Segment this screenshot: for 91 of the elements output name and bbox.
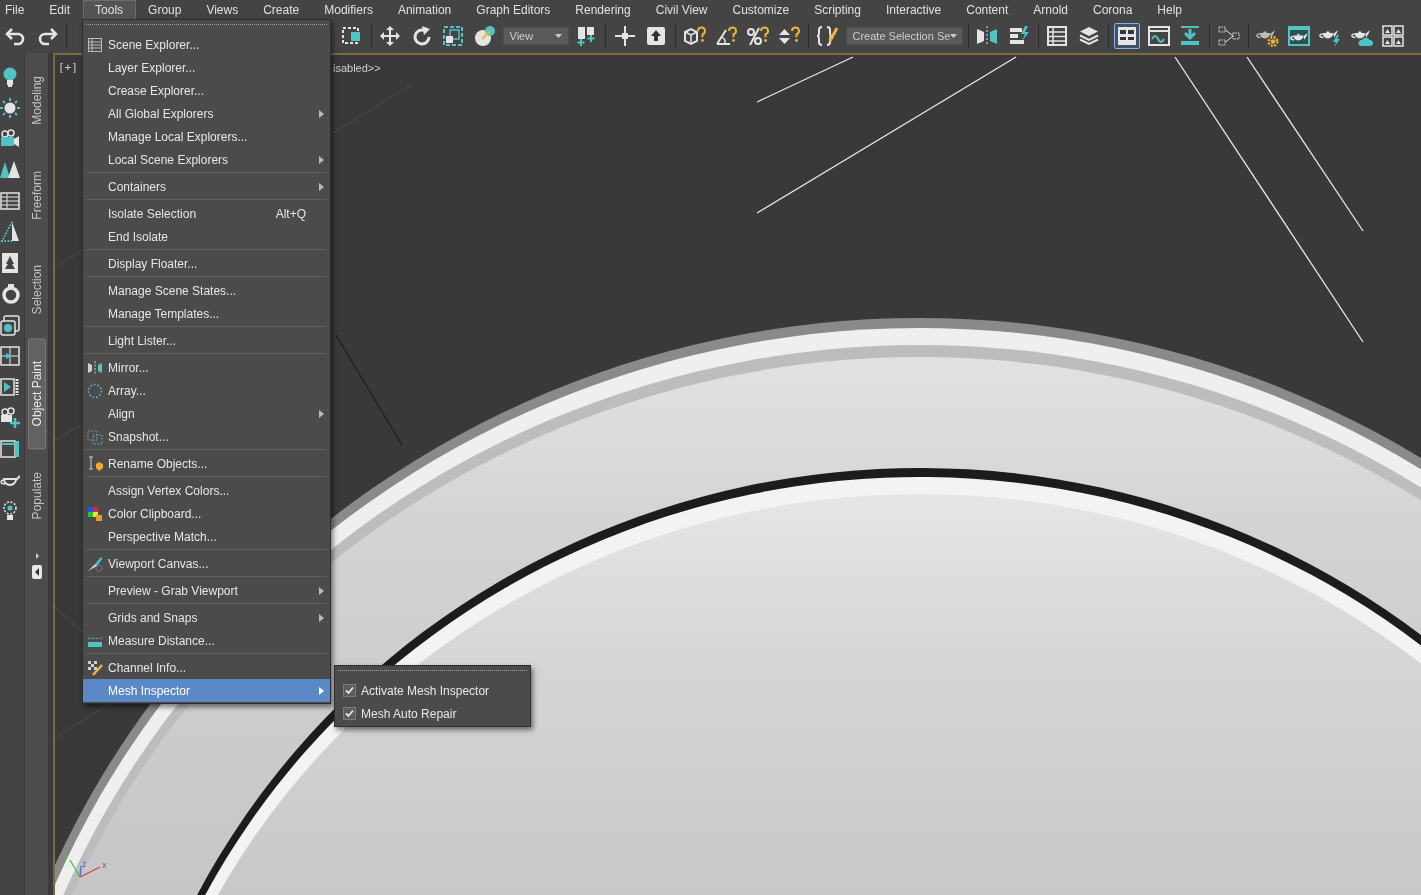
menu-item[interactable]: Light Lister... bbox=[83, 329, 330, 352]
axis-label: x bbox=[102, 861, 107, 870]
menu-item[interactable]: Mirror... bbox=[83, 356, 330, 379]
shortcut-label: Alt+Q bbox=[275, 206, 306, 221]
bulb-gear-icon[interactable] bbox=[0, 499, 20, 523]
menu-item[interactable]: Manage Templates... bbox=[83, 302, 330, 325]
menu-item[interactable]: All Global Explorers bbox=[83, 102, 330, 125]
sun-icon[interactable] bbox=[0, 96, 20, 120]
teapot-window-icon[interactable] bbox=[1285, 23, 1312, 49]
menu-item[interactable]: Grids and Snaps bbox=[83, 606, 330, 629]
table-icon bbox=[87, 36, 103, 53]
menu-item[interactable]: Layer Explorer... bbox=[83, 56, 330, 79]
menu-bar-item[interactable]: Animation bbox=[385, 0, 464, 19]
menu-bar-item[interactable]: Create bbox=[250, 0, 312, 19]
ring-icon[interactable] bbox=[0, 282, 20, 306]
stacked-frames-icon[interactable] bbox=[0, 313, 20, 337]
dotted-ring-icon bbox=[87, 382, 103, 399]
caret-icon bbox=[950, 34, 958, 38]
cursor-cube-icon bbox=[87, 455, 103, 472]
menu-bar-item[interactable]: Tools bbox=[82, 0, 136, 19]
caret-icon bbox=[554, 34, 562, 38]
menu-item[interactable]: Channel Info... bbox=[83, 656, 330, 679]
viewport-menu-label[interactable]: [+] bbox=[58, 61, 78, 74]
menu-bar-item[interactable]: Help bbox=[1144, 0, 1195, 19]
menu-bar-item[interactable]: Arnold bbox=[1020, 0, 1081, 19]
grid-list-icon[interactable] bbox=[0, 189, 20, 213]
menu-bar-item[interactable]: Civil View bbox=[643, 0, 720, 19]
menu-item[interactable]: Color Clipboard... bbox=[83, 502, 330, 525]
thumbnail-grid-icon[interactable] bbox=[1380, 23, 1407, 49]
menu-item[interactable]: Crease Explorer... bbox=[83, 79, 330, 102]
collapse-toggle-icon[interactable] bbox=[30, 552, 43, 579]
menu-item[interactable]: Assign Vertex Colors... bbox=[83, 479, 330, 502]
menu-bar-item[interactable]: Views bbox=[193, 0, 251, 19]
axis-tripod-icon bbox=[69, 859, 101, 878]
menu-item[interactable]: Preview - Grab Viewport bbox=[83, 579, 330, 602]
menu-item[interactable]: Rename Objects... bbox=[83, 452, 330, 475]
menu-item[interactable]: End Isolate bbox=[83, 225, 330, 248]
viewport-label[interactable]: isabled>> bbox=[333, 62, 381, 74]
grid-arrow-icon[interactable] bbox=[0, 344, 20, 368]
menu-item[interactable]: Perspective Match... bbox=[83, 525, 330, 548]
ribbon-tab[interactable]: Selection bbox=[27, 242, 46, 338]
curve-window-icon[interactable] bbox=[1145, 23, 1172, 49]
menu-item[interactable]: Snapshot... bbox=[83, 425, 330, 448]
ribbon-tab[interactable]: Modeling bbox=[27, 53, 46, 148]
play-film-icon[interactable] bbox=[0, 375, 20, 399]
menu-bar-item[interactable]: Customize bbox=[720, 0, 802, 19]
axis-label: z bbox=[82, 860, 87, 869]
panel-layout-icon[interactable] bbox=[1114, 23, 1141, 49]
dropdown[interactable]: Create Selection Se bbox=[845, 27, 963, 45]
panel-icon[interactable] bbox=[0, 437, 20, 461]
menu-item[interactable]: Viewport Canvas... bbox=[83, 552, 330, 575]
menu-bar-item[interactable]: Content bbox=[953, 0, 1021, 19]
dotted-squares-icon bbox=[87, 428, 103, 445]
braces-pencil-icon[interactable] bbox=[814, 23, 841, 49]
axis-label: y bbox=[64, 851, 69, 860]
menu-item[interactable]: Mesh Inspector bbox=[83, 679, 330, 702]
checker-pencil-icon bbox=[87, 659, 103, 676]
mirror-icon bbox=[87, 359, 103, 376]
menu-item[interactable]: Display Floater... bbox=[83, 252, 330, 275]
menu-bar-item[interactable]: Group bbox=[135, 0, 194, 19]
ribbon-tab[interactable]: Object Paint bbox=[27, 337, 46, 450]
menu-item[interactable]: Manage Local Explorers... bbox=[83, 125, 330, 148]
menu-bar-item[interactable]: Interactive bbox=[873, 0, 954, 19]
menu-bar-item[interactable]: Edit bbox=[36, 0, 83, 19]
menu-bar-item[interactable]: Scripting bbox=[801, 0, 874, 19]
menu-item[interactable]: Mesh Auto Repair bbox=[335, 702, 530, 725]
menu-bar-item[interactable]: Corona bbox=[1080, 0, 1145, 19]
tree-card-icon[interactable] bbox=[0, 251, 20, 275]
menu-item[interactable]: Scene Explorer... bbox=[83, 33, 330, 56]
node-graph-icon[interactable] bbox=[1215, 23, 1242, 49]
checkbox[interactable] bbox=[343, 707, 356, 720]
ribbon-tab[interactable]: Freeform bbox=[27, 147, 46, 243]
dropdown[interactable]: View bbox=[502, 27, 569, 45]
color-squares-icon bbox=[87, 505, 103, 522]
cone-icon[interactable] bbox=[0, 220, 20, 244]
menu-item[interactable]: Array... bbox=[83, 379, 330, 402]
camera-plus-icon[interactable] bbox=[0, 406, 20, 430]
menu-bar-item[interactable]: Modifiers bbox=[311, 0, 386, 19]
paintbrush-icon bbox=[87, 555, 103, 572]
menu-item[interactable]: Align bbox=[83, 402, 330, 425]
menu-item[interactable]: Local Scene Explorers bbox=[83, 148, 330, 171]
menu-item[interactable]: Isolate Selection Alt+Q bbox=[83, 202, 330, 225]
menu-bar-item[interactable]: Rendering bbox=[562, 0, 644, 19]
menu-item[interactable]: Measure Distance... bbox=[83, 629, 330, 652]
menu-item[interactable]: Manage Scene States... bbox=[83, 279, 330, 302]
ribbon-tab[interactable]: Populate bbox=[27, 449, 46, 543]
menu-item[interactable]: Activate Mesh Inspector bbox=[335, 679, 530, 702]
menu-bar-item[interactable]: File bbox=[0, 0, 37, 19]
menu-bar-item[interactable]: Graph Editors bbox=[463, 0, 563, 19]
menu-item[interactable]: Containers bbox=[83, 175, 330, 198]
checkbox[interactable] bbox=[343, 684, 356, 697]
